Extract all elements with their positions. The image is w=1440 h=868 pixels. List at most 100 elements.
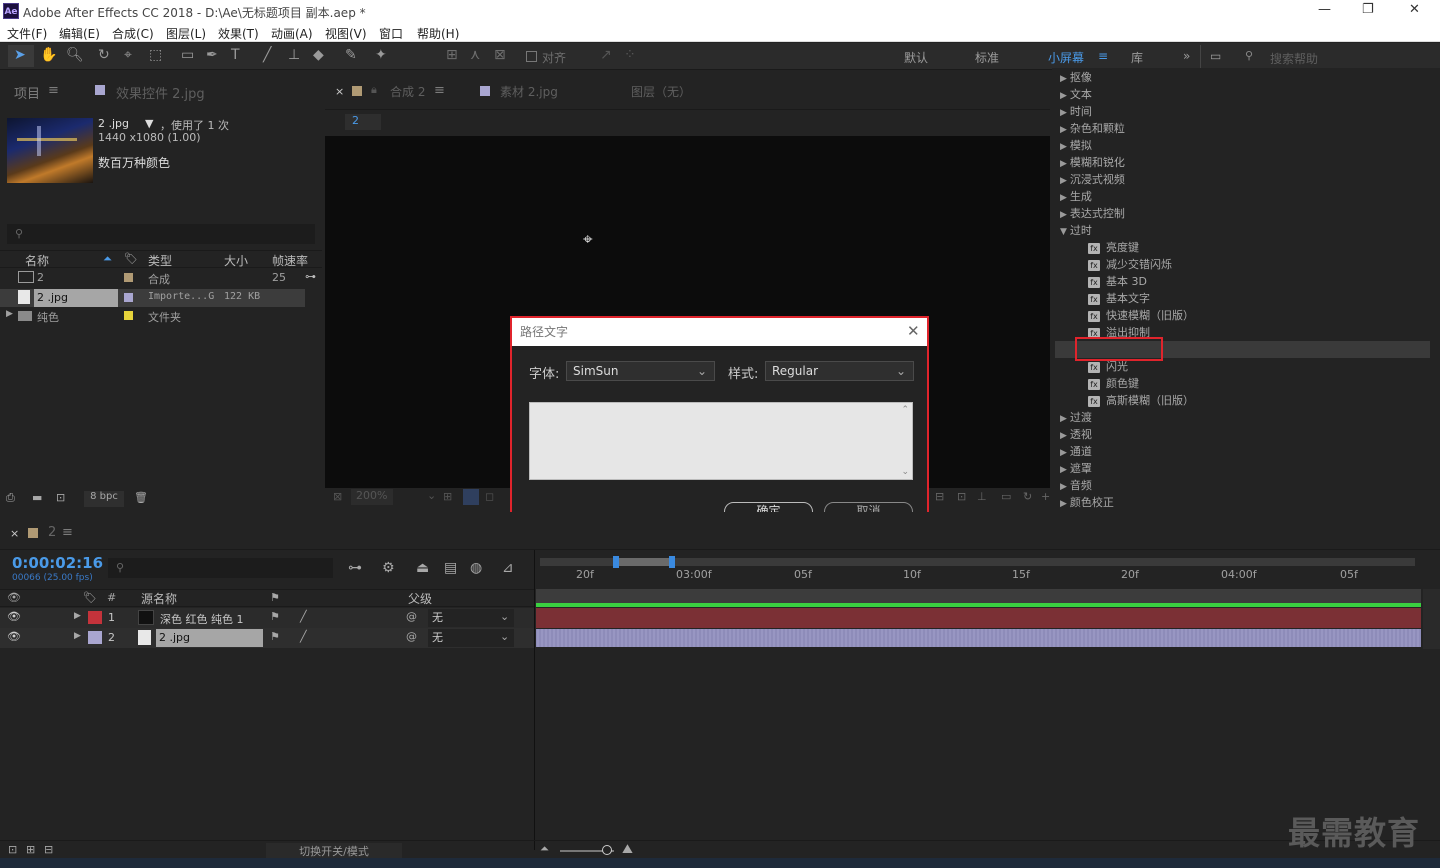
snapshot-icon[interactable]: ⊠: [333, 490, 342, 503]
puppet-pin-tool-icon[interactable]: ✦: [375, 47, 387, 63]
comp-flowchart-icon[interactable]: ⊶: [348, 560, 362, 576]
sync-settings-icon[interactable]: ▭: [1210, 49, 1221, 63]
dialog-close-icon[interactable]: ✕: [907, 322, 920, 340]
usage-dropdown-icon[interactable]: ▼: [145, 117, 153, 130]
scroll-down-icon[interactable]: ⌄: [901, 467, 909, 477]
expand-arrow-icon[interactable]: ▶: [1060, 176, 1067, 186]
selection-tool-icon[interactable]: ➤: [14, 47, 26, 63]
style-dropdown[interactable]: Regular ⌄: [765, 361, 914, 381]
label-tag-icon[interactable]: 🏷︎: [83, 591, 97, 604]
pickwhip-icon[interactable]: @: [406, 630, 417, 643]
text-input-area[interactable]: ⌃ ⌄: [529, 402, 913, 480]
frame-blending-icon[interactable]: ▤: [444, 560, 457, 576]
expand-arrow-icon[interactable]: ▶: [1060, 74, 1067, 84]
effect-item[interactable]: fx 减少交错闪烁: [1088, 256, 1172, 273]
project-search-input[interactable]: ⚲: [7, 224, 315, 244]
project-row[interactable]: 2 合成 25 ⊶: [0, 270, 322, 288]
expand-arrow-icon[interactable]: ▶: [1060, 91, 1067, 101]
effect-category-open[interactable]: ▼ 过时: [1060, 222, 1092, 239]
col-fps[interactable]: 帧速率: [272, 252, 308, 269]
effect-category[interactable]: ▶ 透视: [1060, 426, 1092, 443]
help-search-input[interactable]: ⚲ 搜索帮助: [1240, 47, 1430, 67]
visibility-eye-icon[interactable]: 👁︎: [7, 630, 21, 643]
expand-arrow-icon[interactable]: ▶: [1060, 108, 1067, 118]
shy-layers-icon[interactable]: ⏏: [416, 560, 429, 576]
snap-grid-icon[interactable]: ⁘: [624, 47, 636, 63]
draft-3d-icon[interactable]: ⚙: [382, 560, 395, 576]
menu-composition[interactable]: 合成(C): [112, 25, 154, 42]
tab-composition[interactable]: 合成 2: [390, 83, 425, 100]
work-area-range[interactable]: [616, 558, 672, 566]
flowchart-icon[interactable]: ⊶: [305, 270, 316, 283]
close-button[interactable]: ✕: [1409, 2, 1420, 17]
tab-project[interactable]: 项目: [14, 83, 40, 102]
close-tab-icon[interactable]: ×: [335, 85, 344, 98]
effect-category[interactable]: ▶ 通道: [1060, 443, 1092, 460]
project-row-selected[interactable]: 2 .jpg Importe...G 122 KB: [0, 289, 305, 307]
graph-editor-icon[interactable]: ⊿: [502, 560, 514, 576]
anchor-point-icon[interactable]: ⌖: [583, 230, 593, 250]
effect-item[interactable]: fx 颜色键: [1088, 375, 1139, 392]
effect-category[interactable]: ▶ 抠像: [1060, 69, 1092, 86]
col-type[interactable]: 类型: [148, 252, 172, 269]
expand-arrow-icon[interactable]: ▶: [1060, 431, 1067, 441]
3d-view-icon[interactable]: ⊥: [977, 490, 987, 503]
resolution-icon[interactable]: ◻: [485, 490, 494, 503]
local-axis-icon[interactable]: ⊞: [446, 47, 458, 63]
expand-arrow-icon[interactable]: ▶: [74, 611, 81, 621]
effect-category[interactable]: ▶ 遮罩: [1060, 460, 1092, 477]
zoom-slider-handle[interactable]: [602, 845, 612, 855]
effect-item[interactable]: fx 高斯模糊（旧版）: [1088, 392, 1194, 409]
expand-arrow-icon[interactable]: ▶: [1060, 465, 1067, 475]
project-row[interactable]: ▶ 纯色 文件夹: [0, 308, 305, 326]
minimize-button[interactable]: —: [1318, 2, 1331, 17]
hand-tool-icon[interactable]: ✋: [40, 47, 57, 63]
col-name[interactable]: 名称: [25, 252, 49, 269]
more-workspaces-icon[interactable]: »: [1183, 49, 1190, 63]
quality-switch-icon[interactable]: ╱: [300, 610, 307, 623]
effect-category[interactable]: ▶ 表达式控制: [1060, 205, 1125, 222]
expand-arrow-icon[interactable]: ▶: [1060, 193, 1067, 203]
timeline-search-input[interactable]: ⚲: [108, 558, 333, 578]
menu-animation[interactable]: 动画(A): [271, 25, 313, 42]
panel-menu-icon[interactable]: ≡: [434, 83, 445, 98]
menu-edit[interactable]: 编辑(E): [59, 25, 100, 42]
pickwhip-icon[interactable]: @: [406, 610, 417, 623]
bit-depth-button[interactable]: 8 bpc: [84, 491, 124, 507]
layer-name-editing[interactable]: 2 .jpg: [156, 629, 263, 647]
row-label-swatch[interactable]: [124, 311, 133, 320]
transparency-grid-icon[interactable]: [463, 489, 479, 505]
effect-category[interactable]: ▶ 时间: [1060, 103, 1092, 120]
expand-arrow-icon[interactable]: ▶: [74, 631, 81, 641]
fit-icon[interactable]: ⊞: [443, 490, 452, 503]
expand-arrow-icon[interactable]: ▶: [1060, 159, 1067, 169]
effect-category[interactable]: ▶ 生成: [1060, 188, 1092, 205]
label-tag-icon[interactable]: 🏷︎: [124, 252, 138, 265]
comp-navigator-chip[interactable]: 2: [345, 114, 381, 130]
effect-category[interactable]: ▶ 模拟: [1060, 137, 1092, 154]
effect-category[interactable]: ▶ 颜色校正: [1060, 494, 1114, 511]
toggle-switches-modes-button[interactable]: 切换开关/模式: [266, 843, 402, 858]
rotate-tool-icon[interactable]: ↻: [98, 47, 110, 63]
trash-icon[interactable]: 🗑︎: [134, 491, 148, 504]
tab-timeline-comp[interactable]: 2: [48, 525, 56, 540]
col-parent[interactable]: 父级: [408, 590, 432, 607]
work-area-start-handle[interactable]: [613, 556, 619, 568]
work-area-end-handle[interactable]: [669, 556, 675, 568]
workspace-menu-icon[interactable]: ≡: [1098, 49, 1108, 63]
layer-label-swatch[interactable]: [88, 611, 102, 624]
maximize-button[interactable]: ❐: [1362, 2, 1374, 17]
panel-menu-icon[interactable]: ≡: [48, 83, 59, 98]
roto-brush-tool-icon[interactable]: ✎: [345, 47, 357, 63]
transfer-controls-toggle-icon[interactable]: ⊞: [26, 843, 35, 856]
view-axis-icon[interactable]: ⊠: [494, 47, 506, 63]
expand-arrow-icon[interactable]: ▶: [1060, 414, 1067, 424]
layer-row-selected[interactable]: 👁︎ ▶ 2 2 .jpg ⚑ ╱ @ 无 ⌄: [0, 628, 534, 648]
effect-category[interactable]: ▶ 过渡: [1060, 409, 1092, 426]
rectangle-tool-icon[interactable]: ▭: [181, 47, 194, 63]
tab-layer[interactable]: 图层（无）: [631, 83, 691, 100]
layer-label-swatch[interactable]: [88, 631, 102, 644]
row-name-editing[interactable]: 2 .jpg: [34, 289, 118, 307]
effect-item[interactable]: fx 快速模糊（旧版）: [1088, 307, 1194, 324]
exposure-icon[interactable]: ▭: [1001, 490, 1011, 503]
